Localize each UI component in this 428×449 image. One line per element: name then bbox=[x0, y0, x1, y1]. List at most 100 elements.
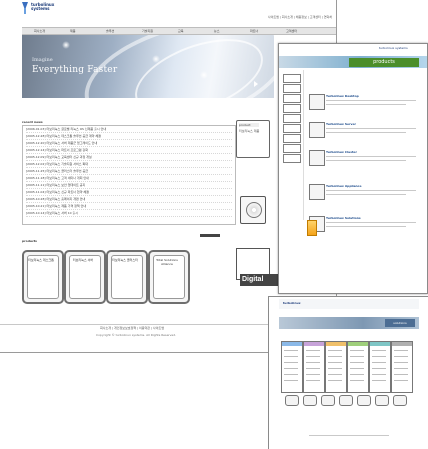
category-card[interactable]: Turbolinux Server bbox=[309, 122, 421, 144]
text-line bbox=[326, 128, 416, 129]
footer-copyright: Copyright © turbolinux systems. All Righ… bbox=[96, 333, 177, 337]
product-card[interactable]: Total Solutions Alliance bbox=[148, 250, 190, 304]
gnb-item[interactable]: 기술지원 bbox=[142, 29, 153, 33]
global-navigation: 회사소개 제품 솔루션 기술지원 교육 뉴스 파트너 고객센터 bbox=[22, 27, 336, 35]
text-line bbox=[326, 194, 406, 195]
news-list: [2006.01.03] 터보리눅스 글로벌 리눅스 OS 신제품 출시 안내 … bbox=[22, 125, 236, 225]
news-item[interactable]: [2005.10.28] 터보리눅스 홈페이지 개편 안내 bbox=[26, 197, 232, 203]
news-item[interactable]: [2006.01.03] 터보리눅스 글로벌 리눅스 OS 신제품 출시 안내 bbox=[26, 127, 232, 133]
sparkle-icon bbox=[152, 55, 160, 63]
text-line bbox=[394, 380, 408, 381]
product-card[interactable]: 터보리눅스 클러스터 bbox=[106, 250, 148, 304]
news-item[interactable]: [2005.12.28] 터보리눅스 데스크톱 솔루션 공급 계약 체결 bbox=[26, 134, 232, 140]
logo-icon bbox=[22, 2, 28, 14]
nav-button[interactable] bbox=[283, 144, 301, 153]
nav-button[interactable] bbox=[283, 74, 301, 83]
side-panel-header: product bbox=[239, 123, 259, 127]
text-line bbox=[328, 380, 342, 381]
nav-button[interactable] bbox=[283, 114, 301, 123]
product-label: Total Solutions Alliance bbox=[156, 258, 178, 266]
text-line bbox=[350, 380, 364, 381]
gnb-item[interactable]: 제품 bbox=[70, 29, 76, 33]
solution-icon[interactable] bbox=[339, 395, 353, 406]
gnb-item[interactable]: 뉴스 bbox=[214, 29, 220, 33]
nav-button[interactable] bbox=[283, 154, 301, 163]
more-button[interactable] bbox=[200, 234, 220, 237]
site-logo[interactable]: turbolinux systems bbox=[22, 2, 54, 18]
section-pill[interactable]: solutions bbox=[385, 319, 415, 327]
text-line bbox=[394, 350, 408, 351]
product-icon bbox=[309, 94, 325, 110]
products-banner: products bbox=[349, 58, 419, 67]
category-title: Turbolinux Solutions bbox=[326, 216, 361, 220]
news-item[interactable]: [2005.11.25] 터보리눅스 클러스터 솔루션 공급 bbox=[26, 169, 232, 175]
product-label: 터보리눅스 클러스터 bbox=[112, 258, 138, 262]
solution-icon[interactable] bbox=[285, 395, 299, 406]
news-item[interactable]: [2005.10.14] 터보리눅스 서버 10 출시 bbox=[26, 211, 232, 217]
product-side-panel[interactable]: product 터보리눅스 제품 bbox=[236, 120, 270, 158]
nav-button[interactable] bbox=[283, 104, 301, 113]
solution-icon[interactable] bbox=[303, 395, 317, 406]
product-card[interactable]: 터보리눅스 데스크톱 bbox=[22, 250, 64, 304]
hero-tagline-small: Imagine bbox=[32, 57, 53, 63]
solution-column[interactable] bbox=[347, 341, 369, 393]
category-title: Turbolinux Appliance bbox=[326, 184, 362, 188]
text-line bbox=[306, 368, 320, 369]
solution-icon[interactable] bbox=[321, 395, 335, 406]
news-item[interactable]: [2005.12.14] 터보리눅스 파트너 프로그램 강화 bbox=[26, 148, 232, 154]
news-item[interactable]: [2005.11.11] 터보리눅스 보안 업데이트 공지 bbox=[26, 183, 232, 189]
news-item[interactable]: [2005.12.02] 터보리눅스 기술지원 서비스 확대 bbox=[26, 162, 232, 168]
text-line bbox=[306, 362, 320, 363]
solution-column[interactable] bbox=[369, 341, 391, 393]
news-item[interactable]: [2005.11.18] 터보리눅스 고객 세미나 개최 안내 bbox=[26, 176, 232, 182]
solution-column[interactable] bbox=[325, 341, 347, 393]
cd-icon[interactable] bbox=[234, 192, 270, 228]
category-card[interactable]: Turbolinux Cluster bbox=[309, 150, 421, 172]
text-line bbox=[306, 380, 320, 381]
gnb-item[interactable]: 회사소개 bbox=[34, 29, 45, 33]
solution-icon[interactable] bbox=[357, 395, 371, 406]
category-card[interactable]: Turbolinux Appliance bbox=[309, 184, 421, 206]
news-item[interactable]: [2005.12.20] 터보리눅스 서버 제품군 업그레이드 안내 bbox=[26, 141, 232, 147]
arrow-right-icon[interactable] bbox=[254, 81, 258, 87]
news-item[interactable]: [2005.10.21] 터보리눅스 제품 가격 정책 안내 bbox=[26, 204, 232, 210]
gnb-item[interactable]: 고객센터 bbox=[286, 29, 297, 33]
text-line bbox=[372, 350, 386, 351]
news-item[interactable]: [2005.12.09] 터보리눅스 교육센터 신규 과정 개설 bbox=[26, 155, 232, 161]
text-line bbox=[306, 374, 320, 375]
text-line bbox=[350, 350, 364, 351]
news-item[interactable]: [2005.11.04] 터보리눅스 신규 파트너 협약 체결 bbox=[26, 190, 232, 196]
nav-button[interactable] bbox=[283, 94, 301, 103]
panel-logo[interactable]: turbolinux bbox=[283, 301, 301, 305]
gnb-item[interactable]: 파트너 bbox=[250, 29, 258, 33]
category-title: Turbolinux Desktop bbox=[326, 94, 359, 98]
text-line bbox=[326, 226, 406, 227]
hero-banner: Imagine Everything Faster bbox=[22, 35, 274, 98]
panel-header: turbolinux bbox=[279, 299, 419, 309]
category-card[interactable]: Turbolinux Desktop bbox=[309, 94, 421, 116]
gnb-item[interactable]: 교육 bbox=[178, 29, 184, 33]
side-panel-sub: 터보리눅스 제품 bbox=[239, 129, 260, 133]
top-links[interactable]: 사이트맵 | 회사소개 | 채용정보 | 고객센터 | 연락처 bbox=[232, 15, 332, 19]
nav-button[interactable] bbox=[283, 84, 301, 93]
solution-column[interactable] bbox=[281, 341, 303, 393]
panel-banner-band: solutions bbox=[279, 317, 419, 329]
footer-links[interactable]: 회사소개 | 개인정보보호정책 | 이용약관 | 사이트맵 bbox=[100, 326, 164, 330]
solution-icon[interactable] bbox=[393, 395, 407, 406]
solution-column[interactable] bbox=[391, 341, 413, 393]
text-line bbox=[328, 368, 342, 369]
text-line bbox=[372, 374, 386, 375]
nav-button[interactable] bbox=[283, 124, 301, 133]
nav-button[interactable] bbox=[283, 134, 301, 143]
product-card[interactable]: 터보리눅스 서버 bbox=[64, 250, 106, 304]
column-cap bbox=[348, 342, 368, 346]
category-card[interactable]: Turbolinux Solutions bbox=[309, 216, 421, 238]
solution-column[interactable] bbox=[303, 341, 325, 393]
product-label: 터보리눅스 서버 bbox=[72, 258, 94, 262]
gnb-item[interactable]: 솔루션 bbox=[106, 29, 114, 33]
panel-logo[interactable]: turbolinux systems bbox=[379, 46, 419, 54]
product-box-icon bbox=[307, 220, 317, 236]
solution-icon[interactable] bbox=[375, 395, 389, 406]
text-line bbox=[326, 222, 416, 223]
text-line bbox=[350, 356, 364, 357]
